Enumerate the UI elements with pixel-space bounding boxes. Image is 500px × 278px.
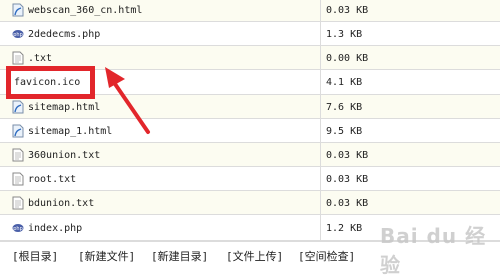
file-size: 1.3 KB [326, 28, 363, 40]
file-name[interactable]: 2dedecms.php [28, 29, 100, 40]
file-size: 0.03 KB [326, 197, 369, 209]
file-size: 0.00 KB [326, 52, 369, 64]
file-row[interactable]: 360union.txt 0.03 KB [0, 143, 500, 167]
text-file-icon [12, 172, 24, 186]
html-file-icon [12, 3, 24, 17]
file-name[interactable]: sitemap.html [28, 102, 100, 113]
text-file-icon [12, 148, 24, 162]
file-size: 0.03 KB [326, 173, 369, 185]
upload-link[interactable]: [文件上传] [226, 248, 283, 264]
file-name[interactable]: bdunion.txt [28, 198, 94, 209]
file-name[interactable]: root.txt [28, 174, 76, 185]
file-row[interactable]: webscan_360_cn.html 0.03 KB [0, 0, 500, 22]
watermark: Bai du 经验 [380, 220, 500, 277]
file-size: 9.5 KB [326, 125, 363, 137]
file-row[interactable]: sitemap_1.html 9.5 KB [0, 119, 500, 143]
file-name[interactable]: .txt [28, 53, 52, 64]
root-dir-link[interactable]: [根目录] [12, 248, 58, 264]
svg-text:php: php [13, 32, 23, 38]
file-name[interactable]: 360union.txt [28, 150, 100, 161]
svg-text:php: php [13, 226, 23, 232]
file-size: 7.6 KB [326, 101, 363, 113]
text-file-icon [12, 51, 24, 65]
file-row[interactable]: php 2dedecms.php 1.3 KB [0, 22, 500, 46]
new-dir-link[interactable]: [新建目录] [151, 248, 208, 264]
php-file-icon: php [12, 224, 24, 232]
file-size: 0.03 KB [326, 4, 369, 16]
html-file-icon [12, 100, 24, 114]
file-size: 0.03 KB [326, 149, 369, 161]
watermark-text: Bai du 经验 [380, 224, 487, 277]
file-size: 1.2 KB [326, 222, 363, 234]
file-row[interactable]: bdunion.txt 0.03 KB [0, 191, 500, 215]
red-arrow-icon [105, 67, 150, 134]
file-name[interactable]: index.php [28, 223, 82, 234]
file-name[interactable]: webscan_360_cn.html [28, 5, 142, 16]
file-size: 4.1 KB [326, 77, 363, 88]
html-file-icon [12, 124, 24, 138]
highlight-box [6, 66, 95, 99]
file-row[interactable]: root.txt 0.03 KB [0, 167, 500, 191]
new-file-link[interactable]: [新建文件] [78, 248, 135, 264]
text-file-icon [12, 196, 24, 210]
space-check-link[interactable]: [空间检查] [298, 248, 355, 264]
php-file-icon: php [12, 30, 24, 38]
